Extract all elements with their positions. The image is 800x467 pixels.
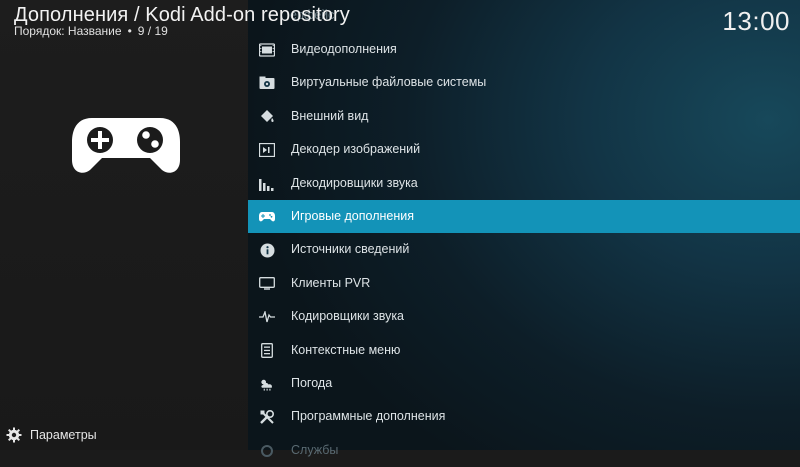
tv-icon	[259, 276, 275, 292]
list-item-label: Внешний вид	[291, 108, 369, 123]
list-item-weather[interactable]: Погода	[248, 367, 800, 400]
separator: •	[127, 24, 132, 38]
settings-button[interactable]: Параметры	[6, 427, 97, 443]
vfs-icon	[259, 75, 275, 91]
gamepad-icon	[259, 209, 275, 225]
info-icon	[259, 242, 275, 258]
sort-label[interactable]: Порядок: Название	[14, 24, 122, 38]
tools-icon	[259, 409, 275, 425]
video-addon-icon	[259, 42, 275, 58]
list-item-label: Контекстные меню	[291, 342, 401, 357]
list-item-label: Клиенты PVR	[291, 275, 371, 290]
settings-label: Параметры	[30, 428, 97, 442]
list-item-games[interactable]: Игровые дополнения	[248, 199, 800, 234]
list-item-label: Программные дополнения	[291, 409, 446, 424]
paint-bucket-icon	[259, 109, 275, 125]
list-item-info[interactable]: Источники сведений	[248, 233, 800, 266]
category-list: Видеодополнения Виртуальные файловые сис…	[248, 33, 800, 467]
waveform-icon	[259, 309, 275, 325]
list-item-label: Погода	[291, 375, 333, 390]
list-item-label: Источники сведений	[291, 242, 410, 257]
list-item-context-menu[interactable]: Контекстные меню	[248, 334, 800, 367]
list-item-programs[interactable]: Программные дополнения	[248, 400, 800, 433]
list-item-label: Игровые дополнения	[291, 208, 414, 223]
left-panel	[0, 0, 248, 450]
weather-icon	[259, 376, 275, 392]
list-item-vfs[interactable]: Виртуальные файловые системы	[248, 66, 800, 99]
list-item-video[interactable]: Видеодополнения	[248, 33, 800, 66]
context-menu-icon	[259, 343, 275, 359]
list-item-label: Кодировщики звука	[291, 309, 405, 324]
list-item-pvr[interactable]: Клиенты PVR	[248, 267, 800, 300]
list-item-audio-decoder[interactable]: Декодировщики звука	[248, 167, 800, 200]
audio-decoder-icon	[259, 176, 275, 192]
list-item-label: Виртуальные файловые системы	[291, 75, 487, 90]
gear-icon	[6, 427, 22, 443]
list-position: 9 / 19	[137, 24, 168, 38]
list-item-label: Декодировщики звука	[291, 175, 418, 190]
list-item-label: Видеодополнения	[291, 42, 397, 56]
sort-info: Порядок: Название • 9 / 19	[14, 24, 168, 38]
gamepad-icon	[72, 118, 180, 173]
list-item-appearance[interactable]: Внешний вид	[248, 100, 800, 133]
list-item-services[interactable]: Службы	[248, 434, 800, 467]
list-item-audio-encoder[interactable]: Кодировщики звука	[248, 300, 800, 333]
image-decoder-icon	[259, 142, 275, 158]
list-item-label: Декодер изображений	[291, 142, 421, 157]
list-item-image-decoder[interactable]: Декодер изображений	[248, 133, 800, 166]
services-icon	[259, 443, 275, 459]
